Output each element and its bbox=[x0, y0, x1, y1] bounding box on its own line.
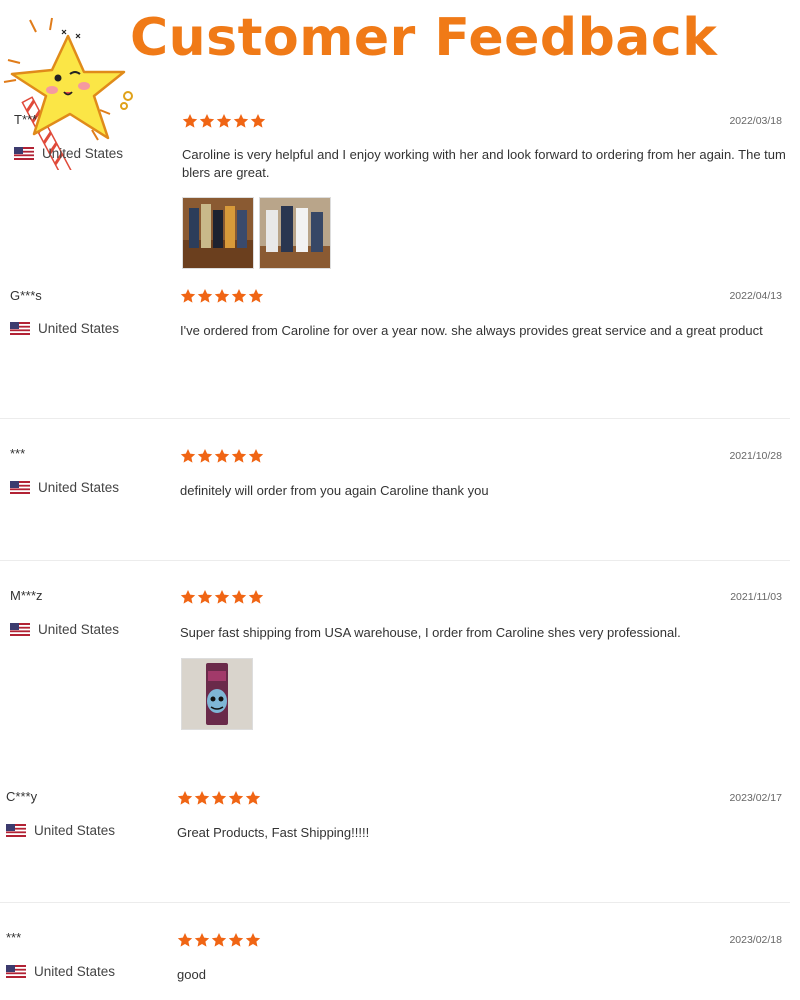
rating-stars bbox=[182, 113, 266, 129]
rating-stars bbox=[180, 589, 264, 605]
review-date: 2023/02/18 bbox=[729, 934, 782, 946]
page-title: Customer Feedback bbox=[130, 8, 718, 68]
star-icon bbox=[245, 791, 261, 805]
us-flag-icon bbox=[10, 481, 30, 494]
reviewer-name: M***z bbox=[10, 588, 43, 603]
reviewer-name: *** bbox=[6, 930, 22, 945]
star-icon bbox=[211, 791, 227, 805]
star-icon bbox=[214, 289, 230, 303]
review-text: definitely will order from you again Car… bbox=[180, 483, 489, 498]
star-icon bbox=[233, 114, 249, 128]
review-date: 2021/11/03 bbox=[730, 591, 782, 603]
review-date: 2021/10/28 bbox=[729, 450, 782, 462]
review-text: good bbox=[177, 967, 206, 982]
star-icon bbox=[194, 933, 210, 947]
reviewer-country: United States bbox=[14, 146, 123, 161]
rating-stars bbox=[177, 932, 261, 948]
star-icon bbox=[214, 590, 230, 604]
review-text: Super fast shipping from USA warehouse, … bbox=[180, 625, 681, 640]
star-icon bbox=[180, 449, 196, 463]
us-flag-icon bbox=[14, 147, 34, 160]
reviewer-name: C***y bbox=[6, 789, 38, 804]
reviewer-name: T*** bbox=[14, 112, 38, 127]
star-icon bbox=[248, 289, 264, 303]
star-icon bbox=[231, 289, 247, 303]
review-photo[interactable] bbox=[259, 197, 331, 269]
star-icon bbox=[197, 289, 213, 303]
star-icon bbox=[177, 933, 193, 947]
star-icon bbox=[180, 289, 196, 303]
star-icon bbox=[248, 449, 264, 463]
star-icon bbox=[231, 590, 247, 604]
star-icon bbox=[197, 590, 213, 604]
reviewer-country: United States bbox=[6, 823, 115, 838]
us-flag-icon bbox=[10, 623, 30, 636]
country-label: United States bbox=[34, 823, 116, 838]
reviewer-country: United States bbox=[10, 321, 119, 336]
star-icon bbox=[214, 449, 230, 463]
star-icon bbox=[228, 933, 244, 947]
country-label: United States bbox=[38, 480, 120, 495]
star-icon bbox=[180, 590, 196, 604]
reviewer-country: United States bbox=[6, 964, 115, 979]
star-icon bbox=[211, 933, 227, 947]
star-icon bbox=[245, 933, 261, 947]
star-icon bbox=[199, 114, 215, 128]
rating-stars bbox=[177, 790, 261, 806]
star-icon bbox=[250, 114, 266, 128]
star-icon bbox=[182, 114, 198, 128]
rating-stars bbox=[180, 448, 264, 464]
us-flag-icon bbox=[6, 965, 26, 978]
reviewer-name: *** bbox=[10, 446, 26, 461]
country-label: United States bbox=[38, 622, 120, 637]
us-flag-icon bbox=[6, 824, 26, 837]
review-photo[interactable] bbox=[181, 658, 253, 730]
reviewer-country: United States bbox=[10, 480, 119, 495]
tumblers-photo-icon bbox=[183, 198, 253, 268]
country-label: United States bbox=[38, 321, 120, 336]
review-divider bbox=[0, 418, 790, 419]
star-icon bbox=[177, 791, 193, 805]
reviewer-name: G***s bbox=[10, 288, 42, 303]
star-icon bbox=[228, 791, 244, 805]
star-icon bbox=[231, 449, 247, 463]
tumbler-photo-icon bbox=[182, 659, 252, 729]
review-photo[interactable] bbox=[182, 197, 254, 269]
rating-stars bbox=[180, 288, 264, 304]
star-icon bbox=[216, 114, 232, 128]
review-date: 2023/02/17 bbox=[729, 792, 782, 804]
review-divider bbox=[0, 902, 790, 903]
star-icon bbox=[197, 449, 213, 463]
review-text: Great Products, Fast Shipping!!!!! bbox=[177, 825, 370, 840]
tumblers-photo-icon bbox=[260, 198, 330, 268]
country-label: United States bbox=[34, 964, 116, 979]
us-flag-icon bbox=[10, 322, 30, 335]
review-divider bbox=[0, 560, 790, 561]
review-date: 2022/03/18 bbox=[729, 115, 782, 127]
review-text: I've ordered from Caroline for over a ye… bbox=[180, 323, 763, 338]
review-date: 2022/04/13 bbox=[729, 290, 782, 302]
star-mascot-icon bbox=[3, 17, 133, 170]
reviewer-country: United States bbox=[10, 622, 119, 637]
country-label: United States bbox=[42, 146, 124, 161]
review-text: Caroline is very helpful and I enjoy wor… bbox=[182, 147, 786, 180]
star-icon bbox=[194, 791, 210, 805]
star-icon bbox=[248, 590, 264, 604]
